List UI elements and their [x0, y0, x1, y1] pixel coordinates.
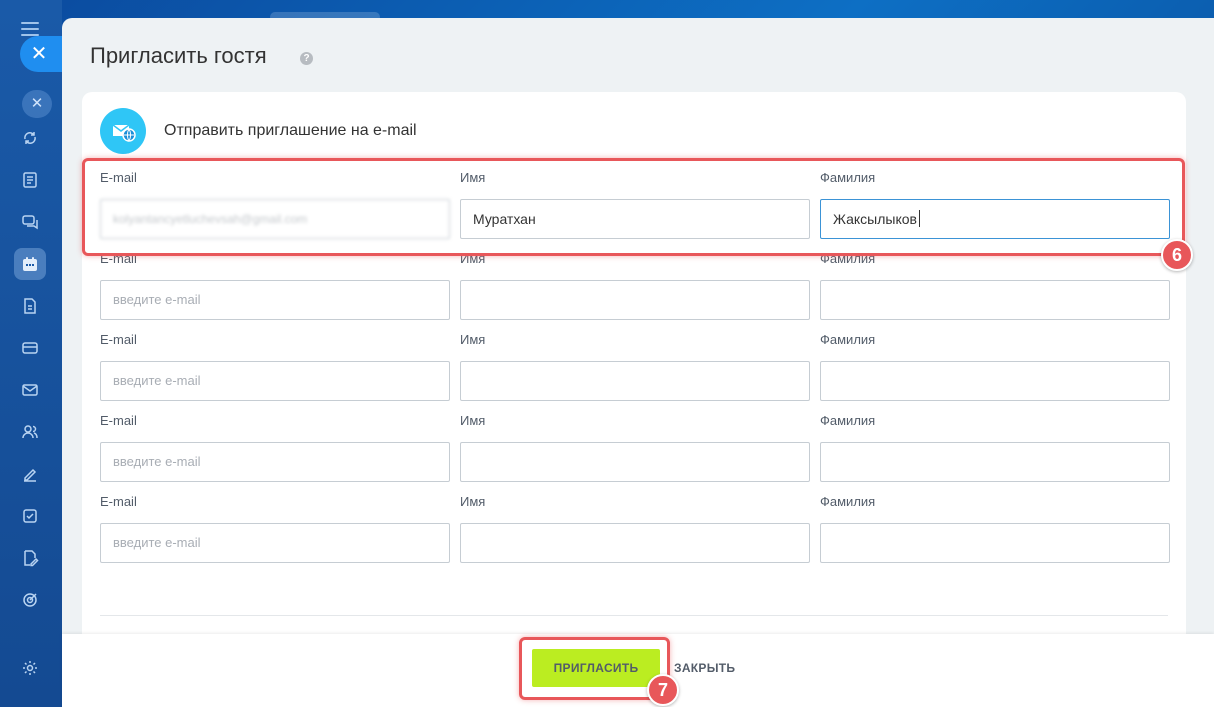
first-name-field[interactable]	[460, 442, 810, 482]
email-field-group: E-mail введите e-mail	[100, 332, 450, 401]
last-name-field[interactable]	[820, 442, 1170, 482]
invite-guest-slider: Пригласить гостя ? Отправить приглашение…	[62, 18, 1214, 707]
first-name-field[interactable]	[460, 523, 810, 563]
last-name-field-group: Фамилия	[820, 494, 1170, 563]
first-name-field-group: Имя	[460, 332, 810, 401]
sync-icon[interactable]	[14, 122, 46, 154]
last-name-field-label: Фамилия	[820, 494, 876, 509]
card-icon[interactable]	[14, 332, 46, 364]
last-name-field-group: Фамилия	[820, 332, 1170, 401]
page-title: Пригласить гостя	[90, 43, 267, 68]
fields-highlight	[82, 158, 1185, 256]
last-name-field[interactable]	[820, 523, 1170, 563]
chat-icon[interactable]	[14, 206, 46, 238]
step-badge-6: 6	[1161, 239, 1193, 271]
edit-doc-icon[interactable]	[14, 542, 46, 574]
first-name-field-group: Имя	[460, 494, 810, 563]
last-name-field[interactable]	[820, 361, 1170, 401]
contacts-icon[interactable]	[14, 416, 46, 448]
email-field[interactable]: введите e-mail	[100, 523, 450, 563]
document-icon[interactable]	[14, 290, 46, 322]
first-name-field-group: Имя	[460, 251, 810, 320]
news-icon[interactable]	[14, 164, 46, 196]
divider	[100, 615, 1168, 616]
tasks-icon[interactable]	[14, 500, 46, 532]
menu-icon[interactable]	[21, 22, 39, 36]
email-field-label: E-mail	[100, 413, 137, 428]
invite-row: E-mail введите e-mail Имя Фамилия	[100, 413, 1170, 483]
last-name-field-group: Фамилия	[820, 413, 1170, 482]
email-field[interactable]: введите e-mail	[100, 361, 450, 401]
left-sidebar: ✕ ✕	[0, 0, 62, 707]
email-field-label: E-mail	[100, 494, 137, 509]
first-name-field-label: Имя	[460, 413, 486, 428]
help-icon[interactable]: ?	[300, 52, 313, 65]
goals-icon[interactable]	[14, 584, 46, 616]
last-name-field-label: Фамилия	[820, 413, 876, 428]
last-name-field[interactable]	[820, 280, 1170, 320]
section-heading: Отправить приглашение на e-mail	[164, 122, 417, 139]
sign-icon[interactable]	[14, 458, 46, 490]
first-name-field-label: Имя	[460, 494, 486, 509]
first-name-field-label: Имя	[460, 332, 486, 347]
first-name-field-group: Имя	[460, 413, 810, 482]
email-field[interactable]: введите e-mail	[100, 442, 450, 482]
close-icon[interactable]: ✕	[22, 90, 52, 118]
last-name-field-label: Фамилия	[820, 332, 876, 347]
email-field-group: E-mail введите e-mail	[100, 494, 450, 563]
email-invite-icon	[100, 108, 146, 154]
invite-row: E-mail введите e-mail Имя Фамилия	[100, 332, 1170, 402]
invite-row: E-mail введите e-mail Имя Фамилия	[100, 251, 1170, 321]
email-field-label: E-mail	[100, 332, 137, 347]
mail-icon[interactable]	[14, 374, 46, 406]
first-name-field[interactable]	[460, 361, 810, 401]
email-field-group: E-mail введите e-mail	[100, 413, 450, 482]
close-button[interactable]: ЗАКРЫТЬ	[666, 649, 743, 687]
settings-icon[interactable]	[14, 652, 46, 684]
email-field-group: E-mail введите e-mail	[100, 251, 450, 320]
first-name-field[interactable]	[460, 280, 810, 320]
email-field[interactable]: введите e-mail	[100, 280, 450, 320]
step-badge-7: 7	[647, 674, 679, 706]
last-name-field-group: Фамилия	[820, 251, 1170, 320]
invite-row: E-mail введите e-mail Имя Фамилия	[100, 494, 1170, 564]
close-slider-button[interactable]: ✕	[20, 36, 62, 72]
calendar-icon[interactable]	[14, 248, 46, 280]
